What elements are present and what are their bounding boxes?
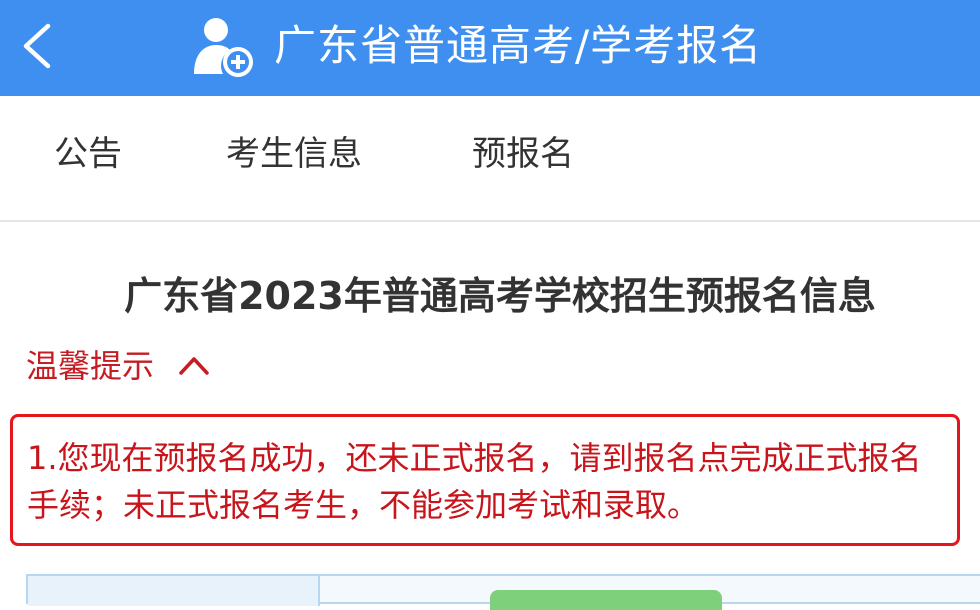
tab-bar: 公告 考生信息 预报名 [0,96,980,222]
notice-box: 1.您现在预报名成功，还未正式报名，请到报名点完成正式报名手续；未正式报名考生，… [10,414,960,546]
tab-announcement[interactable]: 公告 [54,132,122,176]
chevron-up-icon [178,343,210,387]
info-table [26,574,980,610]
page-title: 广东省2023年普通高考学校招生预报名信息 [124,274,876,318]
table-label-cell [28,576,320,606]
chevron-left-icon [23,23,51,69]
tab-student-info[interactable]: 考生信息 [226,132,362,176]
tips-toggle[interactable]: 温馨提示 [26,344,210,388]
tips-label: 温馨提示 [26,347,155,385]
notice-text: 1.您现在预报名成功，还未正式报名，请到报名点完成正式报名手续；未正式报名考生，… [27,439,922,524]
app-header: 广东省普通高考/学考报名 [0,0,980,96]
back-button[interactable] [14,22,58,70]
action-button[interactable] [490,590,722,610]
user-add-icon [190,14,254,78]
tab-pre-registration[interactable]: 预报名 [472,132,574,176]
header-title: 广东省普通高考/学考报名 [274,21,763,70]
